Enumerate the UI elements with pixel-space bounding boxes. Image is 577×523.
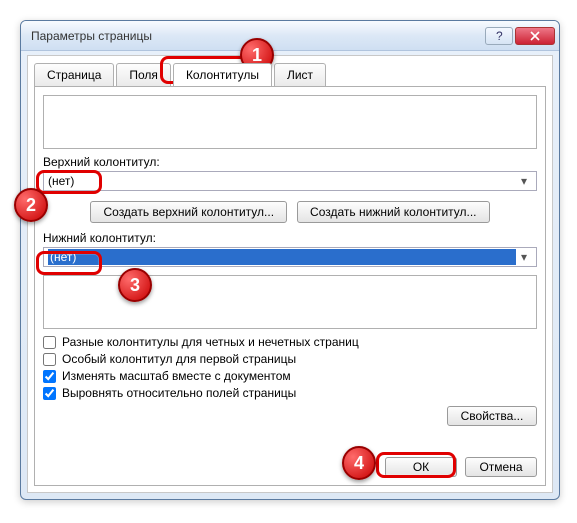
checkbox-diff-odd-even[interactable] xyxy=(43,336,56,349)
ok-label: ОК xyxy=(413,460,429,474)
properties-label: Свойства... xyxy=(461,409,524,423)
checkbox-diff-first[interactable] xyxy=(43,353,56,366)
create-header-label: Создать верхний колонтитул... xyxy=(103,205,274,219)
close-icon xyxy=(530,31,540,41)
chevron-down-icon: ▾ xyxy=(516,250,532,264)
dialog-footer: ОК Отмена xyxy=(385,457,537,477)
check-diff-odd-even[interactable]: Разные колонтитулы для четных и нечетных… xyxy=(43,335,537,349)
check-label: Выровнять относительно полей страницы xyxy=(62,386,296,400)
check-diff-first[interactable]: Особый колонтитул для первой страницы xyxy=(43,352,537,366)
header-preview xyxy=(43,95,537,149)
header-select[interactable]: (нет) ▾ xyxy=(43,171,537,191)
svg-text:?: ? xyxy=(496,31,503,41)
help-icon: ? xyxy=(494,31,504,41)
header-label: Верхний колонтитул: xyxy=(43,155,537,169)
check-align-margins[interactable]: Выровнять относительно полей страницы xyxy=(43,386,537,400)
create-header-button[interactable]: Создать верхний колонтитул... xyxy=(90,201,287,223)
window-title: Параметры страницы xyxy=(31,29,483,43)
tab-margins[interactable]: Поля xyxy=(116,63,171,86)
create-footer-label: Создать нижний колонтитул... xyxy=(310,205,476,219)
checkbox-scale-with-doc[interactable] xyxy=(43,370,56,383)
page-setup-dialog: Параметры страницы ? Страница Поля Колон… xyxy=(20,20,560,500)
cancel-button[interactable]: Отмена xyxy=(465,457,537,477)
properties-button[interactable]: Свойства... xyxy=(447,406,537,426)
check-label: Особый колонтитул для первой страницы xyxy=(62,352,296,366)
close-button[interactable] xyxy=(515,27,555,45)
footer-preview xyxy=(43,275,537,329)
check-scale-with-doc[interactable]: Изменять масштаб вместе с документом xyxy=(43,369,537,383)
footer-label: Нижний колонтитул: xyxy=(43,231,537,245)
create-footer-button[interactable]: Создать нижний колонтитул... xyxy=(297,201,489,223)
tab-strip: Страница Поля Колонтитулы Лист xyxy=(28,56,552,85)
checkbox-align-margins[interactable] xyxy=(43,387,56,400)
check-label: Разные колонтитулы для четных и нечетных… xyxy=(62,335,359,349)
cancel-label: Отмена xyxy=(479,460,522,474)
check-label: Изменять масштаб вместе с документом xyxy=(62,369,291,383)
client-area: Страница Поля Колонтитулы Лист Верхний к… xyxy=(27,55,553,493)
options-group: Разные колонтитулы для четных и нечетных… xyxy=(43,335,537,400)
footer-select[interactable]: (нет) ▾ xyxy=(43,247,537,267)
chevron-down-icon: ▾ xyxy=(516,174,532,188)
ok-button[interactable]: ОК xyxy=(385,457,457,477)
tab-page[interactable]: Страница xyxy=(34,63,114,86)
tab-headers[interactable]: Колонтитулы xyxy=(173,63,272,86)
tab-sheet[interactable]: Лист xyxy=(274,63,326,86)
tab-panel-headers: Верхний колонтитул: (нет) ▾ Создать верх… xyxy=(34,86,546,486)
titlebar: Параметры страницы ? xyxy=(21,21,559,51)
create-buttons-row: Создать верхний колонтитул... Создать ни… xyxy=(43,201,537,223)
footer-select-value: (нет) xyxy=(48,249,516,265)
help-button[interactable]: ? xyxy=(485,27,513,45)
header-select-value: (нет) xyxy=(48,174,516,188)
